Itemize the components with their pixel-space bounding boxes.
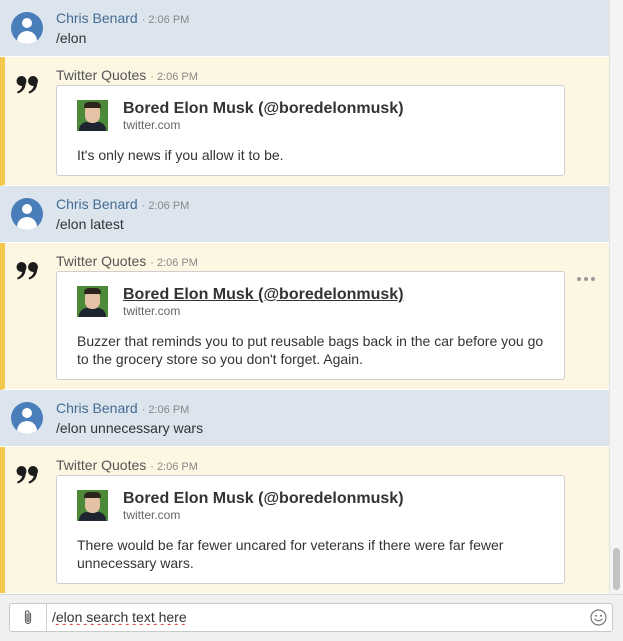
message-text: /elon (56, 30, 87, 46)
scrollbar-thumb[interactable] (613, 548, 620, 590)
tweet-text: There would be far fewer uncared for vet… (77, 537, 504, 571)
timestamp[interactable]: 2:06 PM (148, 14, 189, 26)
profile-image[interactable] (77, 490, 108, 521)
sender-name[interactable]: Chris Benard (56, 10, 138, 26)
tweet-text: Buzzer that reminds you to put reusable … (77, 333, 544, 367)
tweet-text: It's only news if you allow it to be. (77, 147, 284, 163)
paperclip-icon (24, 610, 32, 625)
tweet-author-link[interactable]: Bored Elon Musk (@boredelonmusk) (123, 286, 404, 304)
message-input[interactable] (52, 607, 572, 627)
sender-name[interactable]: Twitter Quotes (56, 457, 146, 473)
attach-button[interactable] (10, 604, 47, 631)
timestamp[interactable]: 2:06 PM (148, 200, 189, 212)
header-separator: · (141, 200, 146, 212)
user-avatar-icon[interactable] (11, 198, 43, 230)
message-header: Chris Benard · 2:06 PM (56, 196, 189, 214)
tweet-card: Bored Elon Musk (@boredelonmusk) twitter… (56, 475, 565, 584)
message-header: Chris Benard · 2:06 PM (56, 10, 189, 28)
profile-image[interactable] (77, 100, 108, 131)
more-actions-icon[interactable] (577, 275, 597, 283)
tweet-card: Bored Elon Musk (@boredelonmusk) twitter… (56, 271, 565, 380)
smiley-icon[interactable] (590, 609, 607, 626)
timestamp[interactable]: 2:06 PM (157, 71, 198, 83)
composer-box (9, 603, 613, 632)
header-separator: · (141, 404, 146, 416)
message-row: Twitter Quotes · 2:06 PM Bored Elon Musk (… (0, 57, 609, 186)
timestamp[interactable]: 2:06 PM (157, 461, 198, 473)
sender-name[interactable]: Twitter Quotes (56, 67, 146, 83)
scrollbar[interactable] (609, 0, 623, 594)
message-header: Twitter Quotes · 2:06 PM (56, 253, 198, 271)
header-separator: · (150, 71, 154, 83)
user-avatar-icon[interactable] (11, 12, 43, 44)
tweet-author-link[interactable]: Bored Elon Musk (@boredelonmusk) (123, 100, 404, 118)
tweet-card: Bored Elon Musk (@boredelonmusk) twitter… (56, 85, 565, 176)
message-text: /elon latest (56, 216, 124, 232)
tweet-domain: twitter.com (123, 508, 181, 522)
user-avatar-icon[interactable] (11, 402, 43, 434)
message-row: Chris Benard · 2:06 PM /elon latest (0, 186, 609, 243)
message-feed: Chris Benard · 2:06 PM /elon Twitter Quote… (0, 0, 609, 593)
tweet-author-link[interactable]: Bored Elon Musk (@boredelonmusk) (123, 490, 404, 508)
quote-icon (16, 466, 38, 484)
message-row: Twitter Quotes · 2:06 PM Bored Elon Musk (… (0, 243, 609, 390)
quote-icon (16, 262, 38, 280)
quote-icon (16, 76, 38, 94)
message-row: Chris Benard · 2:06 PM /elon unnecessary w… (0, 390, 609, 447)
profile-image[interactable] (77, 286, 108, 317)
message-row: Chris Benard · 2:06 PM /elon (0, 0, 609, 57)
tweet-domain: twitter.com (123, 304, 181, 318)
message-text: /elon unnecessary wars (56, 420, 204, 436)
sender-name[interactable]: Chris Benard (56, 196, 138, 212)
tweet-domain: twitter.com (123, 118, 181, 132)
message-row: Twitter Quotes · 2:06 PM Bored Elon Musk (… (0, 447, 609, 593)
message-header: Twitter Quotes · 2:06 PM (56, 457, 198, 475)
sender-name[interactable]: Chris Benard (56, 400, 138, 416)
header-separator: · (141, 14, 146, 26)
header-separator: · (150, 257, 154, 269)
timestamp[interactable]: 2:06 PM (148, 404, 189, 416)
header-separator: · (150, 461, 154, 473)
message-header: Chris Benard · 2:06 PM (56, 400, 189, 418)
sender-name[interactable]: Twitter Quotes (56, 253, 146, 269)
chat-window: Chris Benard · 2:06 PM /elon Twitter Quote… (0, 0, 623, 641)
timestamp[interactable]: 2:06 PM (157, 257, 198, 269)
message-header: Twitter Quotes · 2:06 PM (56, 67, 198, 85)
composer-bar (0, 594, 623, 641)
